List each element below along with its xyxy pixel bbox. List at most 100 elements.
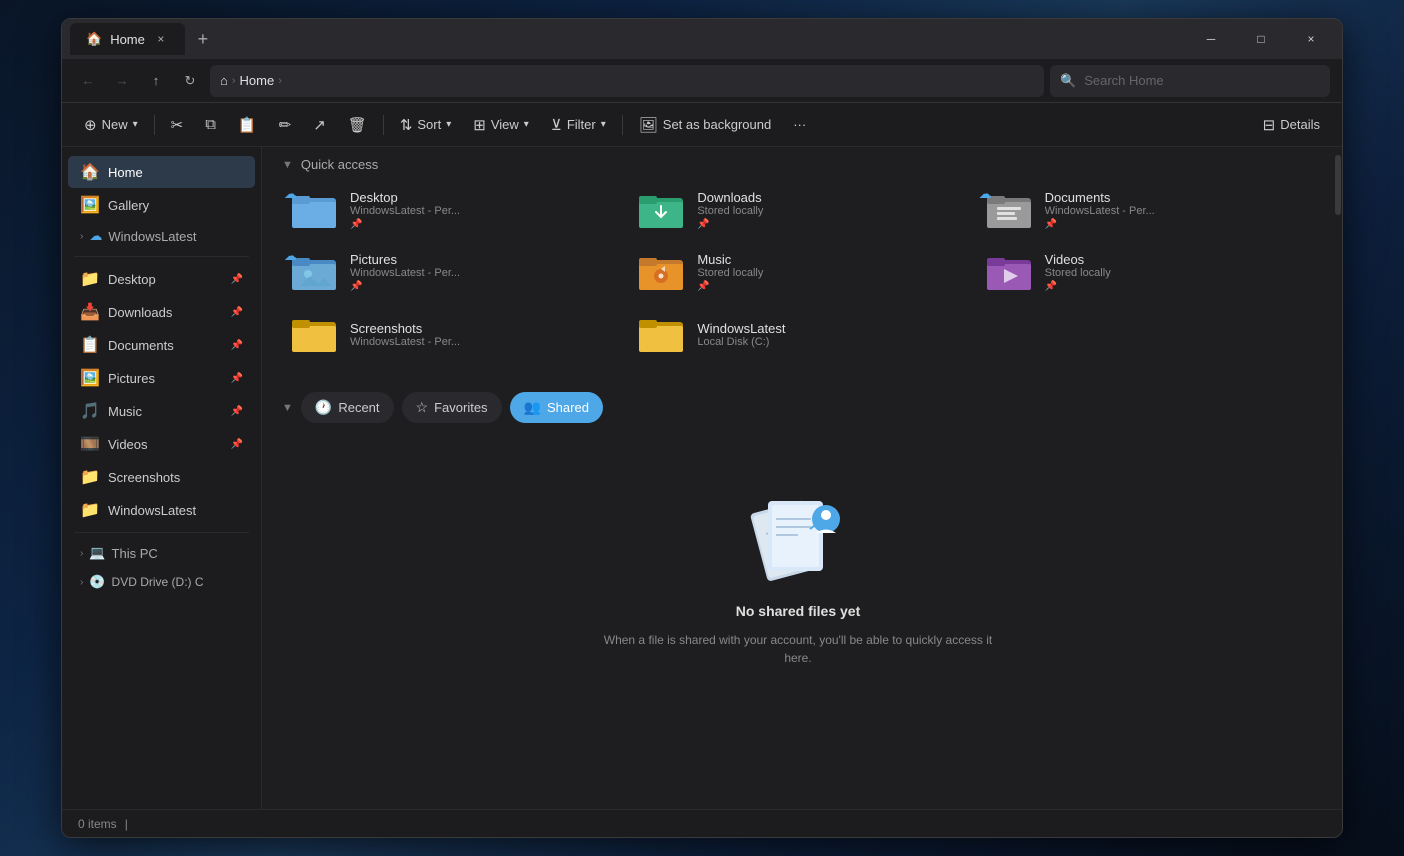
maximize-button[interactable]: □ bbox=[1238, 23, 1284, 55]
desktop-folder-icon: ☁ bbox=[290, 190, 338, 230]
close-button[interactable]: × bbox=[1288, 23, 1334, 55]
sidebar-item-pictures[interactable]: 🖼️ Pictures 📌 bbox=[68, 362, 255, 394]
view-button[interactable]: ⊞ View ▾ bbox=[463, 109, 539, 141]
filter-arrow-icon: ▾ bbox=[601, 119, 606, 130]
pictures-folder-svg bbox=[292, 254, 336, 290]
sort-label: Sort bbox=[417, 117, 441, 132]
toolbar-separator-1 bbox=[154, 115, 155, 135]
toolbar-separator-2 bbox=[383, 115, 384, 135]
cloud-icon: ☁ bbox=[89, 228, 102, 244]
section-tabs: ▼ 🕐 Recent ☆ Favorites 👥 Shared bbox=[262, 380, 1334, 431]
music-folder-icon bbox=[637, 252, 685, 292]
new-arrow-icon: ▾ bbox=[133, 119, 138, 130]
sort-button[interactable]: ⇅ Sort ▾ bbox=[390, 109, 461, 141]
sidebar-dvd-label: DVD Drive (D:) C bbox=[112, 575, 204, 589]
videos-pin: 📌 bbox=[1045, 281, 1306, 292]
quick-access-header[interactable]: ▼ Quick access bbox=[262, 147, 1334, 180]
shared-icon: 👥 bbox=[524, 399, 541, 416]
new-button[interactable]: ⊕ New ▾ bbox=[74, 109, 148, 141]
sidebar-this-pc-label: This PC bbox=[112, 546, 158, 561]
downloads-folder-svg bbox=[639, 192, 683, 228]
new-tab-button[interactable]: + bbox=[189, 25, 217, 53]
tab-title: Home bbox=[110, 32, 145, 47]
documents-name: Documents bbox=[1045, 190, 1306, 205]
windowslatest-folder-svg bbox=[639, 316, 683, 352]
forward-button[interactable]: → bbox=[108, 67, 136, 95]
pictures-name: Pictures bbox=[350, 252, 611, 267]
qa-item-videos[interactable]: Videos Stored locally 📌 bbox=[973, 242, 1318, 302]
back-button[interactable]: ← bbox=[74, 67, 102, 95]
refresh-button[interactable]: ↻ bbox=[176, 67, 204, 95]
qa-item-music[interactable]: Music Stored locally 📌 bbox=[625, 242, 970, 302]
set-background-button[interactable]: 🖼 Set as background bbox=[629, 109, 781, 141]
tab-close-button[interactable]: × bbox=[153, 31, 169, 47]
windowslatest-name: WindowsLatest bbox=[697, 321, 958, 336]
pictures-pin: 📌 bbox=[350, 281, 611, 292]
sidebar-item-screenshots[interactable]: 📁 Screenshots bbox=[68, 461, 255, 493]
desktop-sub: WindowsLatest - Per... bbox=[350, 205, 611, 217]
sidebar-documents-label: Documents bbox=[108, 338, 174, 353]
breadcrumb[interactable]: ⌂ › Home › bbox=[210, 65, 1044, 97]
sidebar-item-this-pc[interactable]: › 💻 This PC bbox=[68, 539, 255, 567]
qa-item-pictures[interactable]: ☁ Pictures WindowsLatest - Per... 📌 bbox=[278, 242, 623, 302]
downloads-sub: Stored locally bbox=[697, 205, 958, 217]
tab-recent[interactable]: 🕐 Recent bbox=[301, 392, 394, 423]
quick-access-toggle: ▼ bbox=[282, 159, 293, 171]
sidebar-item-desktop[interactable]: 📁 Desktop 📌 bbox=[68, 263, 255, 295]
qa-item-documents[interactable]: ☁ Documents WindowsLatest - Per... bbox=[973, 180, 1318, 240]
sidebar-item-cloud[interactable]: › ☁ WindowsLatest bbox=[68, 222, 255, 250]
sidebar-item-home[interactable]: 🏠 Home bbox=[68, 156, 255, 188]
sidebar-item-music[interactable]: 🎵 Music 📌 bbox=[68, 395, 255, 427]
sidebar-item-gallery[interactable]: 🖼️ Gallery bbox=[68, 189, 255, 221]
screenshots-name: Screenshots bbox=[350, 321, 611, 336]
videos-info: Videos Stored locally 📌 bbox=[1045, 252, 1306, 292]
sidebar-videos-label: Videos bbox=[108, 437, 148, 452]
screenshots-folder-svg bbox=[292, 316, 336, 352]
sidebar-item-downloads[interactable]: 📥 Downloads 📌 bbox=[68, 296, 255, 328]
sidebar-item-windowslatest[interactable]: 📁 WindowsLatest bbox=[68, 494, 255, 526]
active-tab[interactable]: 🏠 Home × bbox=[70, 23, 185, 55]
documents-sub: WindowsLatest - Per... bbox=[1045, 205, 1306, 217]
qa-item-windowslatest[interactable]: WindowsLatest Local Disk (C:) bbox=[625, 304, 970, 364]
filter-button[interactable]: ⊻ Filter ▾ bbox=[541, 109, 616, 141]
rename-button[interactable]: ✏ bbox=[269, 109, 302, 141]
documents-info: Documents WindowsLatest - Per... 📌 bbox=[1045, 190, 1306, 230]
tab-shared[interactable]: 👥 Shared bbox=[510, 392, 603, 423]
qa-item-screenshots[interactable]: Screenshots WindowsLatest - Per... bbox=[278, 304, 623, 364]
videos-pin-icon: 📌 bbox=[231, 439, 243, 450]
details-button[interactable]: ⊟ Details bbox=[1253, 109, 1330, 141]
downloads-pin-icon: 📌 bbox=[231, 307, 243, 318]
status-bar: 0 items | bbox=[62, 809, 1342, 837]
sidebar-pictures-label: Pictures bbox=[108, 371, 155, 386]
documents-folder-svg bbox=[987, 192, 1031, 228]
tab-favorites[interactable]: ☆ Favorites bbox=[402, 392, 502, 423]
search-box[interactable]: 🔍 Search Home bbox=[1050, 65, 1330, 97]
minimize-button[interactable]: ─ bbox=[1188, 23, 1234, 55]
copy-button[interactable]: ⧉ bbox=[195, 109, 226, 141]
sidebar-item-dvd-drive[interactable]: › 💿 DVD Drive (D:) C bbox=[68, 568, 255, 596]
cut-button[interactable]: ✂ bbox=[161, 109, 194, 141]
sidebar-cloud-label: WindowsLatest bbox=[108, 229, 196, 244]
paste-button[interactable]: 📋 bbox=[228, 109, 267, 141]
search-placeholder: Search Home bbox=[1084, 73, 1163, 88]
music-pin: 📌 bbox=[697, 281, 958, 292]
sidebar-divider-1 bbox=[74, 256, 249, 257]
up-button[interactable]: ↑ bbox=[142, 67, 170, 95]
downloads-sidebar-icon: 📥 bbox=[80, 302, 100, 322]
downloads-folder-icon bbox=[637, 190, 685, 230]
sidebar-item-documents[interactable]: 📋 Documents 📌 bbox=[68, 329, 255, 361]
search-icon: 🔍 bbox=[1060, 73, 1076, 89]
more-button[interactable]: ··· bbox=[783, 109, 816, 141]
sidebar-home-label: Home bbox=[108, 165, 143, 180]
share-button[interactable]: ↗ bbox=[303, 109, 336, 141]
qa-item-downloads[interactable]: Downloads Stored locally 📌 bbox=[625, 180, 970, 240]
screenshots-folder-icon bbox=[290, 314, 338, 354]
file-explorer-window: 🏠 Home × + ─ □ × ← → ↑ ↻ ⌂ › Home › bbox=[61, 18, 1343, 838]
delete-button[interactable]: 🗑 bbox=[338, 109, 377, 141]
content-scrollbar[interactable] bbox=[1334, 147, 1342, 809]
qa-item-desktop[interactable]: ☁ Desktop WindowsLatest - Per... 📌 bbox=[278, 180, 623, 240]
breadcrumb-home[interactable]: Home bbox=[240, 73, 275, 88]
forward-icon: → bbox=[116, 73, 129, 88]
items-count: 0 items bbox=[78, 817, 117, 831]
sidebar-item-videos[interactable]: 🎞️ Videos 📌 bbox=[68, 428, 255, 460]
